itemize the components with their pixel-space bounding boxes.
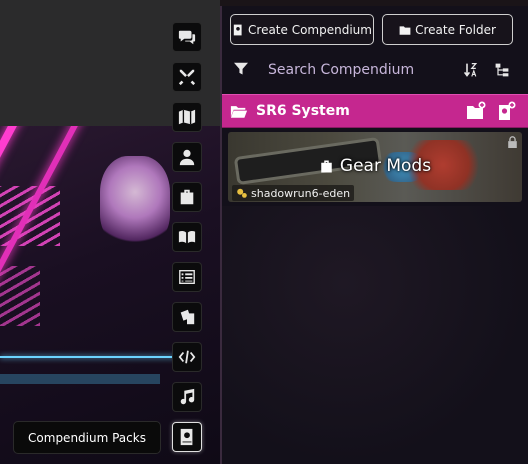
list-icon xyxy=(179,270,195,284)
tab-cards[interactable] xyxy=(172,302,202,332)
create-compendium-in-folder-icon[interactable] xyxy=(496,101,516,121)
pack-source-text: shadowrun6-eden xyxy=(251,186,351,200)
sort-alpha-icon[interactable] xyxy=(463,62,479,78)
tab-items[interactable] xyxy=(172,182,202,212)
search-input[interactable] xyxy=(268,59,418,81)
neon-stripes xyxy=(0,186,60,246)
folder-name: SR6 System xyxy=(256,103,350,119)
tab-chat[interactable] xyxy=(172,22,202,52)
folder-open-icon xyxy=(230,106,248,118)
create-folder-label: Create Folder xyxy=(415,22,496,37)
filter-icon[interactable] xyxy=(233,62,249,76)
tab-actors[interactable] xyxy=(172,142,202,172)
music-icon xyxy=(180,388,195,405)
suitcase-icon xyxy=(180,189,194,205)
neon-stripes-lower xyxy=(0,266,40,326)
pack-title: Gear Mods xyxy=(228,156,522,176)
tab-playlists[interactable] xyxy=(172,382,202,412)
folder-icon xyxy=(399,25,411,35)
neon-skull-art xyxy=(100,156,170,246)
map-icon xyxy=(178,109,196,125)
atlas-icon xyxy=(233,24,242,35)
user-icon xyxy=(179,149,195,166)
tab-macros[interactable] xyxy=(172,342,202,372)
tab-tables[interactable] xyxy=(172,262,202,292)
compendium-pack-gear-mods[interactable]: Gear Mods shadowrun6-eden xyxy=(228,132,522,202)
tab-combat[interactable] xyxy=(172,62,202,92)
search-filter-row xyxy=(222,52,528,88)
create-subfolder-icon[interactable] xyxy=(466,101,486,121)
code-icon xyxy=(178,350,196,364)
scene-background-image xyxy=(0,126,220,464)
create-folder-button[interactable]: Create Folder xyxy=(382,14,513,45)
suitcase-icon xyxy=(321,160,332,172)
tooltip-compendium-packs: Compendium Packs xyxy=(13,421,161,454)
tab-compendium[interactable] xyxy=(172,422,202,452)
swords-icon xyxy=(178,69,196,86)
lock-icon[interactable] xyxy=(507,136,518,148)
pack-title-text: Gear Mods xyxy=(339,156,432,176)
compendium-list-empty-space xyxy=(222,206,528,464)
folder-header-sr6-system[interactable]: SR6 System xyxy=(222,94,528,128)
neon-line xyxy=(0,356,180,358)
compendium-sidebar: Create Compendium Create Folder SR6 Syst… xyxy=(220,6,528,464)
cards-icon xyxy=(180,309,195,325)
book-icon xyxy=(178,231,196,244)
neon-sign-lower xyxy=(0,374,160,384)
atlas-icon xyxy=(180,428,193,446)
cogs-icon xyxy=(237,188,247,198)
create-compendium-label: Create Compendium xyxy=(248,22,372,37)
create-compendium-button[interactable]: Create Compendium xyxy=(230,14,374,45)
tab-scenes[interactable] xyxy=(172,102,202,132)
comments-icon xyxy=(178,30,196,45)
folder-tree-icon[interactable] xyxy=(494,62,510,78)
tab-journal[interactable] xyxy=(172,222,202,252)
pack-source-badge: shadowrun6-eden xyxy=(232,185,355,201)
